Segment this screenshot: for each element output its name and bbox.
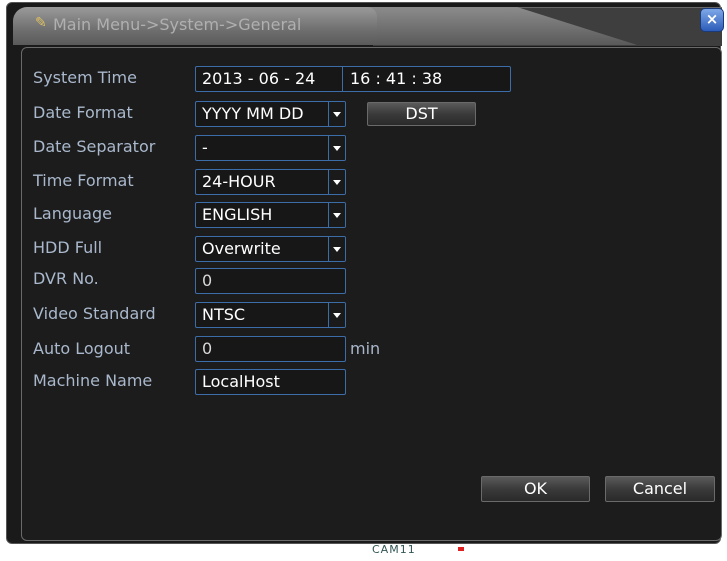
system-time-field[interactable]: 2013 - 06 - 24 16 : 41 : 38 [195,66,511,92]
chevron-down-icon[interactable] [328,237,345,261]
cancel-button[interactable]: Cancel [605,476,715,502]
video-standard-select[interactable]: NTSC [195,302,346,328]
hdd-full-select[interactable]: Overwrite [195,236,346,262]
hdd-full-value: Overwrite [202,239,281,258]
language-select[interactable]: ENGLISH [195,202,346,228]
date-format-select[interactable]: YYYY MM DD [195,101,346,127]
auto-logout-label: Auto Logout [33,339,131,358]
chevron-down-icon[interactable] [328,136,345,160]
date-separator-value: - [202,138,208,157]
dvr-no-input[interactable]: 0 [195,268,346,294]
auto-logout-unit: min [350,339,381,358]
video-standard-value: NTSC [202,305,246,324]
date-format-value: YYYY MM DD [202,104,304,123]
dst-button[interactable]: DST [367,102,476,126]
language-value: ENGLISH [202,205,273,224]
time-format-label: Time Format [33,171,134,190]
language-label: Language [33,204,112,223]
date-separator-label: Date Separator [33,137,156,156]
time-divider [342,67,343,91]
auto-logout-input[interactable]: 0 [195,336,346,362]
record-indicator [458,547,464,551]
time-format-select[interactable]: 24-HOUR [195,169,346,195]
chevron-down-icon[interactable] [328,102,345,126]
date-format-label: Date Format [33,103,133,122]
background-strip [0,544,727,561]
background-camera-label: CAM11 [372,543,416,556]
system-time-label: System Time [33,68,137,87]
chevron-down-icon[interactable] [328,170,345,194]
chevron-down-icon[interactable] [328,303,345,327]
system-time-date[interactable]: 2013 - 06 - 24 [202,69,315,88]
ok-button[interactable]: OK [481,476,590,502]
system-time-time[interactable]: 16 : 41 : 38 [350,67,442,91]
video-standard-label: Video Standard [33,304,156,323]
dvr-no-label: DVR No. [33,269,99,288]
machine-name-input[interactable]: LocalHost [195,369,346,395]
hdd-full-label: HDD Full [33,238,103,257]
machine-name-label: Machine Name [33,371,153,390]
date-separator-select[interactable]: - [195,135,346,161]
time-format-value: 24-HOUR [202,172,276,191]
chevron-down-icon[interactable] [328,203,345,227]
